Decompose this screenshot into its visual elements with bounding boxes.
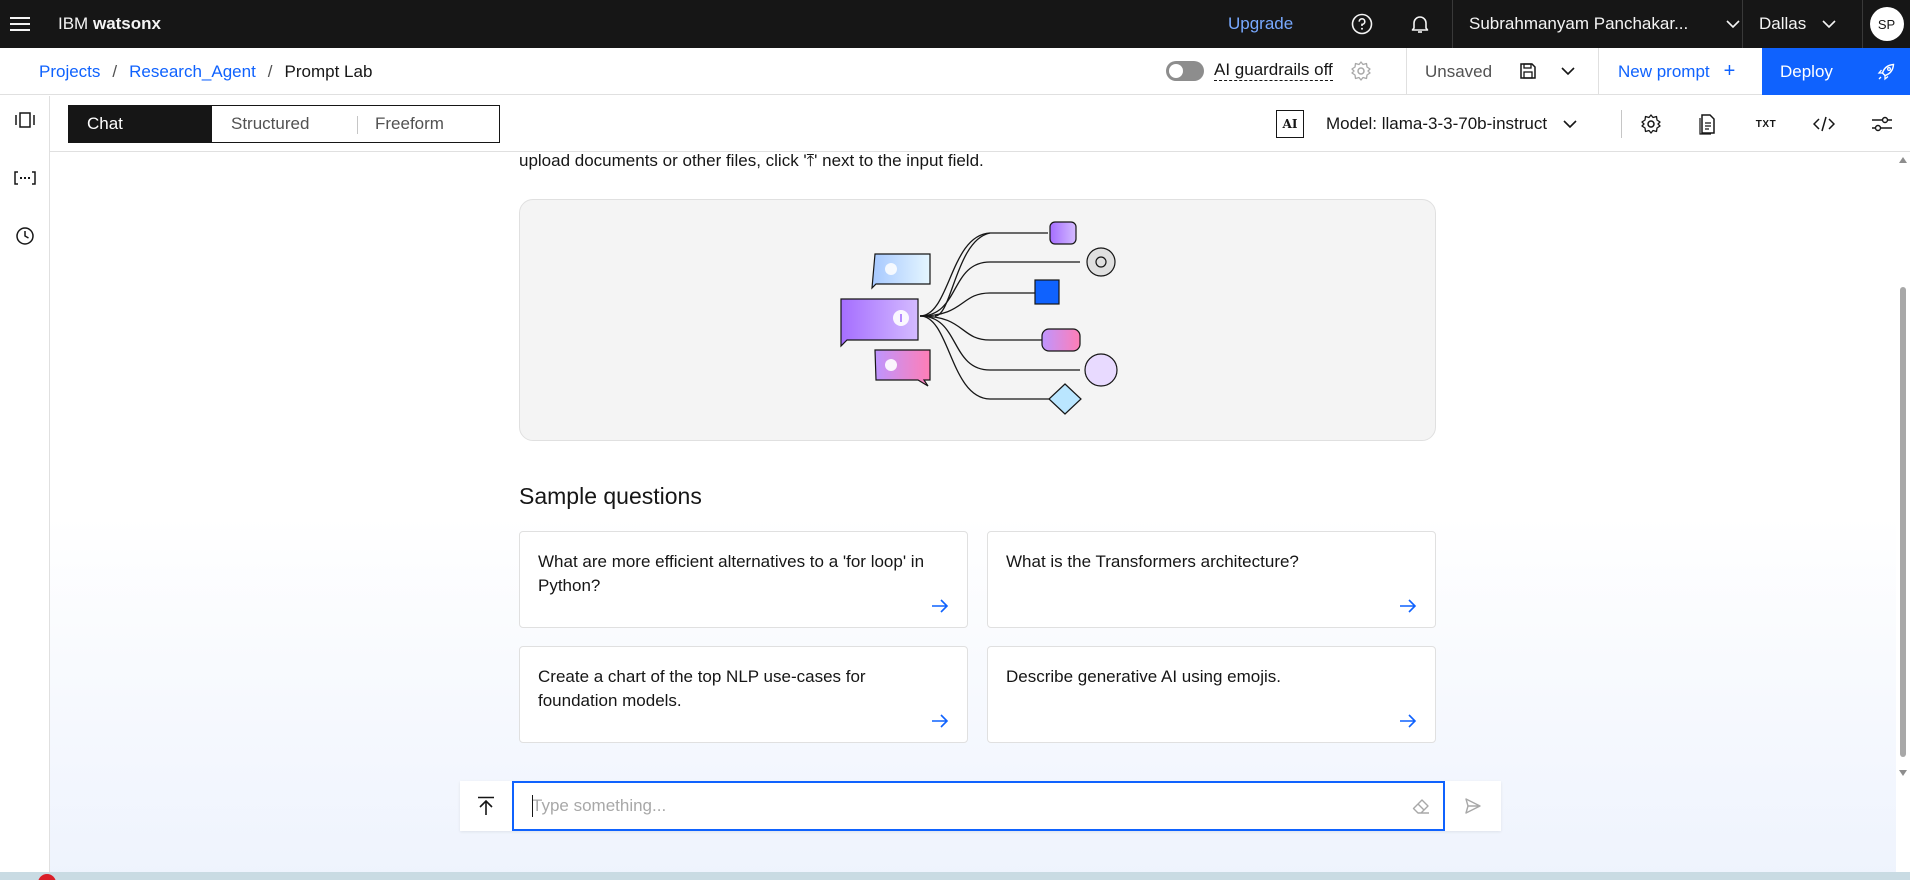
guardrails-toggle-group: AI guardrails off: [1166, 60, 1333, 81]
user-account-menu[interactable]: Subrahmanyam Panchakar...: [1452, 0, 1760, 48]
save-icon[interactable]: [1518, 61, 1538, 81]
region-selector[interactable]: Dallas: [1742, 0, 1862, 48]
send-icon[interactable]: [1445, 781, 1501, 831]
sliders-icon[interactable]: [1862, 104, 1902, 144]
prompt-mode-toolbar: Chat Structured Freeform AI Model: llama…: [50, 96, 1910, 152]
breadcrumb-separator: /: [112, 61, 118, 81]
breadcrumb-projects[interactable]: Projects: [39, 62, 100, 82]
notification-bell-icon[interactable]: [1396, 0, 1444, 48]
chevron-down-icon: [1822, 19, 1836, 28]
chat-welcome-panel: upload documents or other files, click '…: [50, 153, 1896, 880]
breadcrumb-project[interactable]: Research_Agent: [129, 62, 256, 82]
ai-badge-icon: AI: [1276, 110, 1304, 138]
sample-question-text: What is the Transformers architecture?: [1006, 552, 1299, 571]
chat-bubbles: [840, 253, 931, 387]
chat-input-wrapper: [512, 781, 1445, 831]
region-label: Dallas: [1759, 14, 1807, 33]
sample-questions-title: Sample questions: [519, 483, 702, 509]
diamond-shape: [1048, 383, 1082, 415]
variables-icon[interactable]: [0, 154, 49, 202]
sample-question-text: Describe generative AI using emojis.: [1006, 667, 1281, 686]
breadcrumb-separator: /: [267, 61, 273, 81]
eraser-icon[interactable]: [1411, 796, 1431, 816]
tab-freeform[interactable]: Freeform: [357, 106, 499, 142]
model-label: Model: llama-3-3-70b-instruct: [1326, 114, 1548, 133]
plus-icon: +: [1723, 60, 1736, 82]
mode-switcher: Chat Structured Freeform: [68, 105, 500, 143]
tab-structured[interactable]: Structured: [212, 106, 357, 142]
document-icon[interactable]: [1688, 104, 1728, 144]
arrow-right-icon: [1400, 714, 1417, 728]
breadcrumb-bar: Projects / Research_Agent / Prompt Lab A…: [0, 48, 1910, 95]
scroll-down-icon[interactable]: [1899, 770, 1907, 776]
sample-question-card[interactable]: What is the Transformers architecture?: [987, 531, 1436, 628]
help-icon[interactable]: [1338, 0, 1386, 48]
upload-icon[interactable]: [460, 781, 512, 831]
welcome-illustration: [519, 199, 1436, 441]
menu-icon[interactable]: [0, 0, 40, 48]
brand-logo[interactable]: IBM watsonx: [58, 14, 161, 34]
new-prompt-button[interactable]: New prompt +: [1598, 48, 1762, 95]
taskbar-app-icon: [38, 874, 56, 880]
txt-format-icon[interactable]: TXT: [1746, 104, 1786, 144]
circle-shape: [1084, 353, 1118, 387]
left-rail: [0, 96, 50, 880]
sample-question-card[interactable]: Describe generative AI using emojis.: [987, 646, 1436, 743]
new-prompt-label: New prompt: [1618, 61, 1710, 81]
deploy-button[interactable]: Deploy: [1762, 48, 1910, 95]
text-caret: [532, 795, 533, 817]
user-name: Subrahmanyam Panchakar...: [1469, 14, 1689, 33]
save-options-chevron-icon[interactable]: [1558, 61, 1578, 81]
breadcrumb: Projects / Research_Agent / Prompt Lab: [39, 48, 372, 95]
chat-input[interactable]: [532, 796, 1412, 816]
avatar[interactable]: SP: [1862, 0, 1910, 48]
pill-shape: [1041, 328, 1081, 352]
save-status-label: Unsaved: [1425, 61, 1493, 81]
branching-prompt-illustration: [840, 221, 1118, 415]
rocket-icon: [1877, 63, 1895, 80]
upgrade-link[interactable]: Upgrade: [1228, 0, 1293, 48]
compare-icon[interactable]: [0, 96, 49, 144]
top-navigation-bar: IBM watsonx Upgrade Subrahmanyam Panchak…: [0, 0, 1910, 48]
arrow-right-icon: [932, 714, 949, 728]
deploy-label: Deploy: [1780, 61, 1833, 81]
content-scrollbar[interactable]: [1896, 153, 1910, 780]
chevron-down-icon: [1563, 119, 1577, 128]
settings-icon[interactable]: [1631, 104, 1671, 144]
arrow-right-icon: [932, 599, 949, 613]
model-selector[interactable]: Model: llama-3-3-70b-instruct: [1326, 96, 1577, 152]
txt-format-label: TXT: [1755, 118, 1777, 130]
brand-prefix: IBM: [58, 14, 89, 33]
sample-question-text: What are more efficient alternatives to …: [538, 552, 925, 595]
arrow-right-icon: [1400, 599, 1417, 613]
chevron-down-icon: [1726, 19, 1740, 28]
rounded-square-shape: [1049, 221, 1077, 245]
avatar-initials: SP: [1869, 7, 1904, 41]
breadcrumb-current: Prompt Lab: [284, 61, 373, 81]
sample-question-card[interactable]: Create a chart of the top NLP use-cases …: [519, 646, 968, 743]
chat-composer: [460, 781, 1501, 831]
scroll-up-icon[interactable]: [1899, 157, 1907, 163]
intro-text: upload documents or other files, click '…: [519, 153, 984, 170]
toolbar-divider: [1621, 110, 1622, 138]
guardrails-toggle[interactable]: [1166, 60, 1204, 81]
guardrails-label: AI guardrails off: [1214, 60, 1333, 81]
square-shape: [1034, 279, 1060, 305]
ring-shape: [1086, 247, 1116, 277]
brand-product: watsonx: [92, 14, 161, 33]
guardrails-settings-icon[interactable]: [1350, 60, 1372, 82]
history-icon[interactable]: [0, 212, 49, 260]
tab-chat[interactable]: Chat: [69, 106, 212, 142]
sample-question-text: Create a chart of the top NLP use-cases …: [538, 667, 866, 710]
scroll-thumb[interactable]: [1900, 287, 1906, 757]
taskbar-strip: [0, 872, 1910, 880]
code-icon[interactable]: [1804, 104, 1844, 144]
sample-question-card[interactable]: What are more efficient alternatives to …: [519, 531, 968, 628]
